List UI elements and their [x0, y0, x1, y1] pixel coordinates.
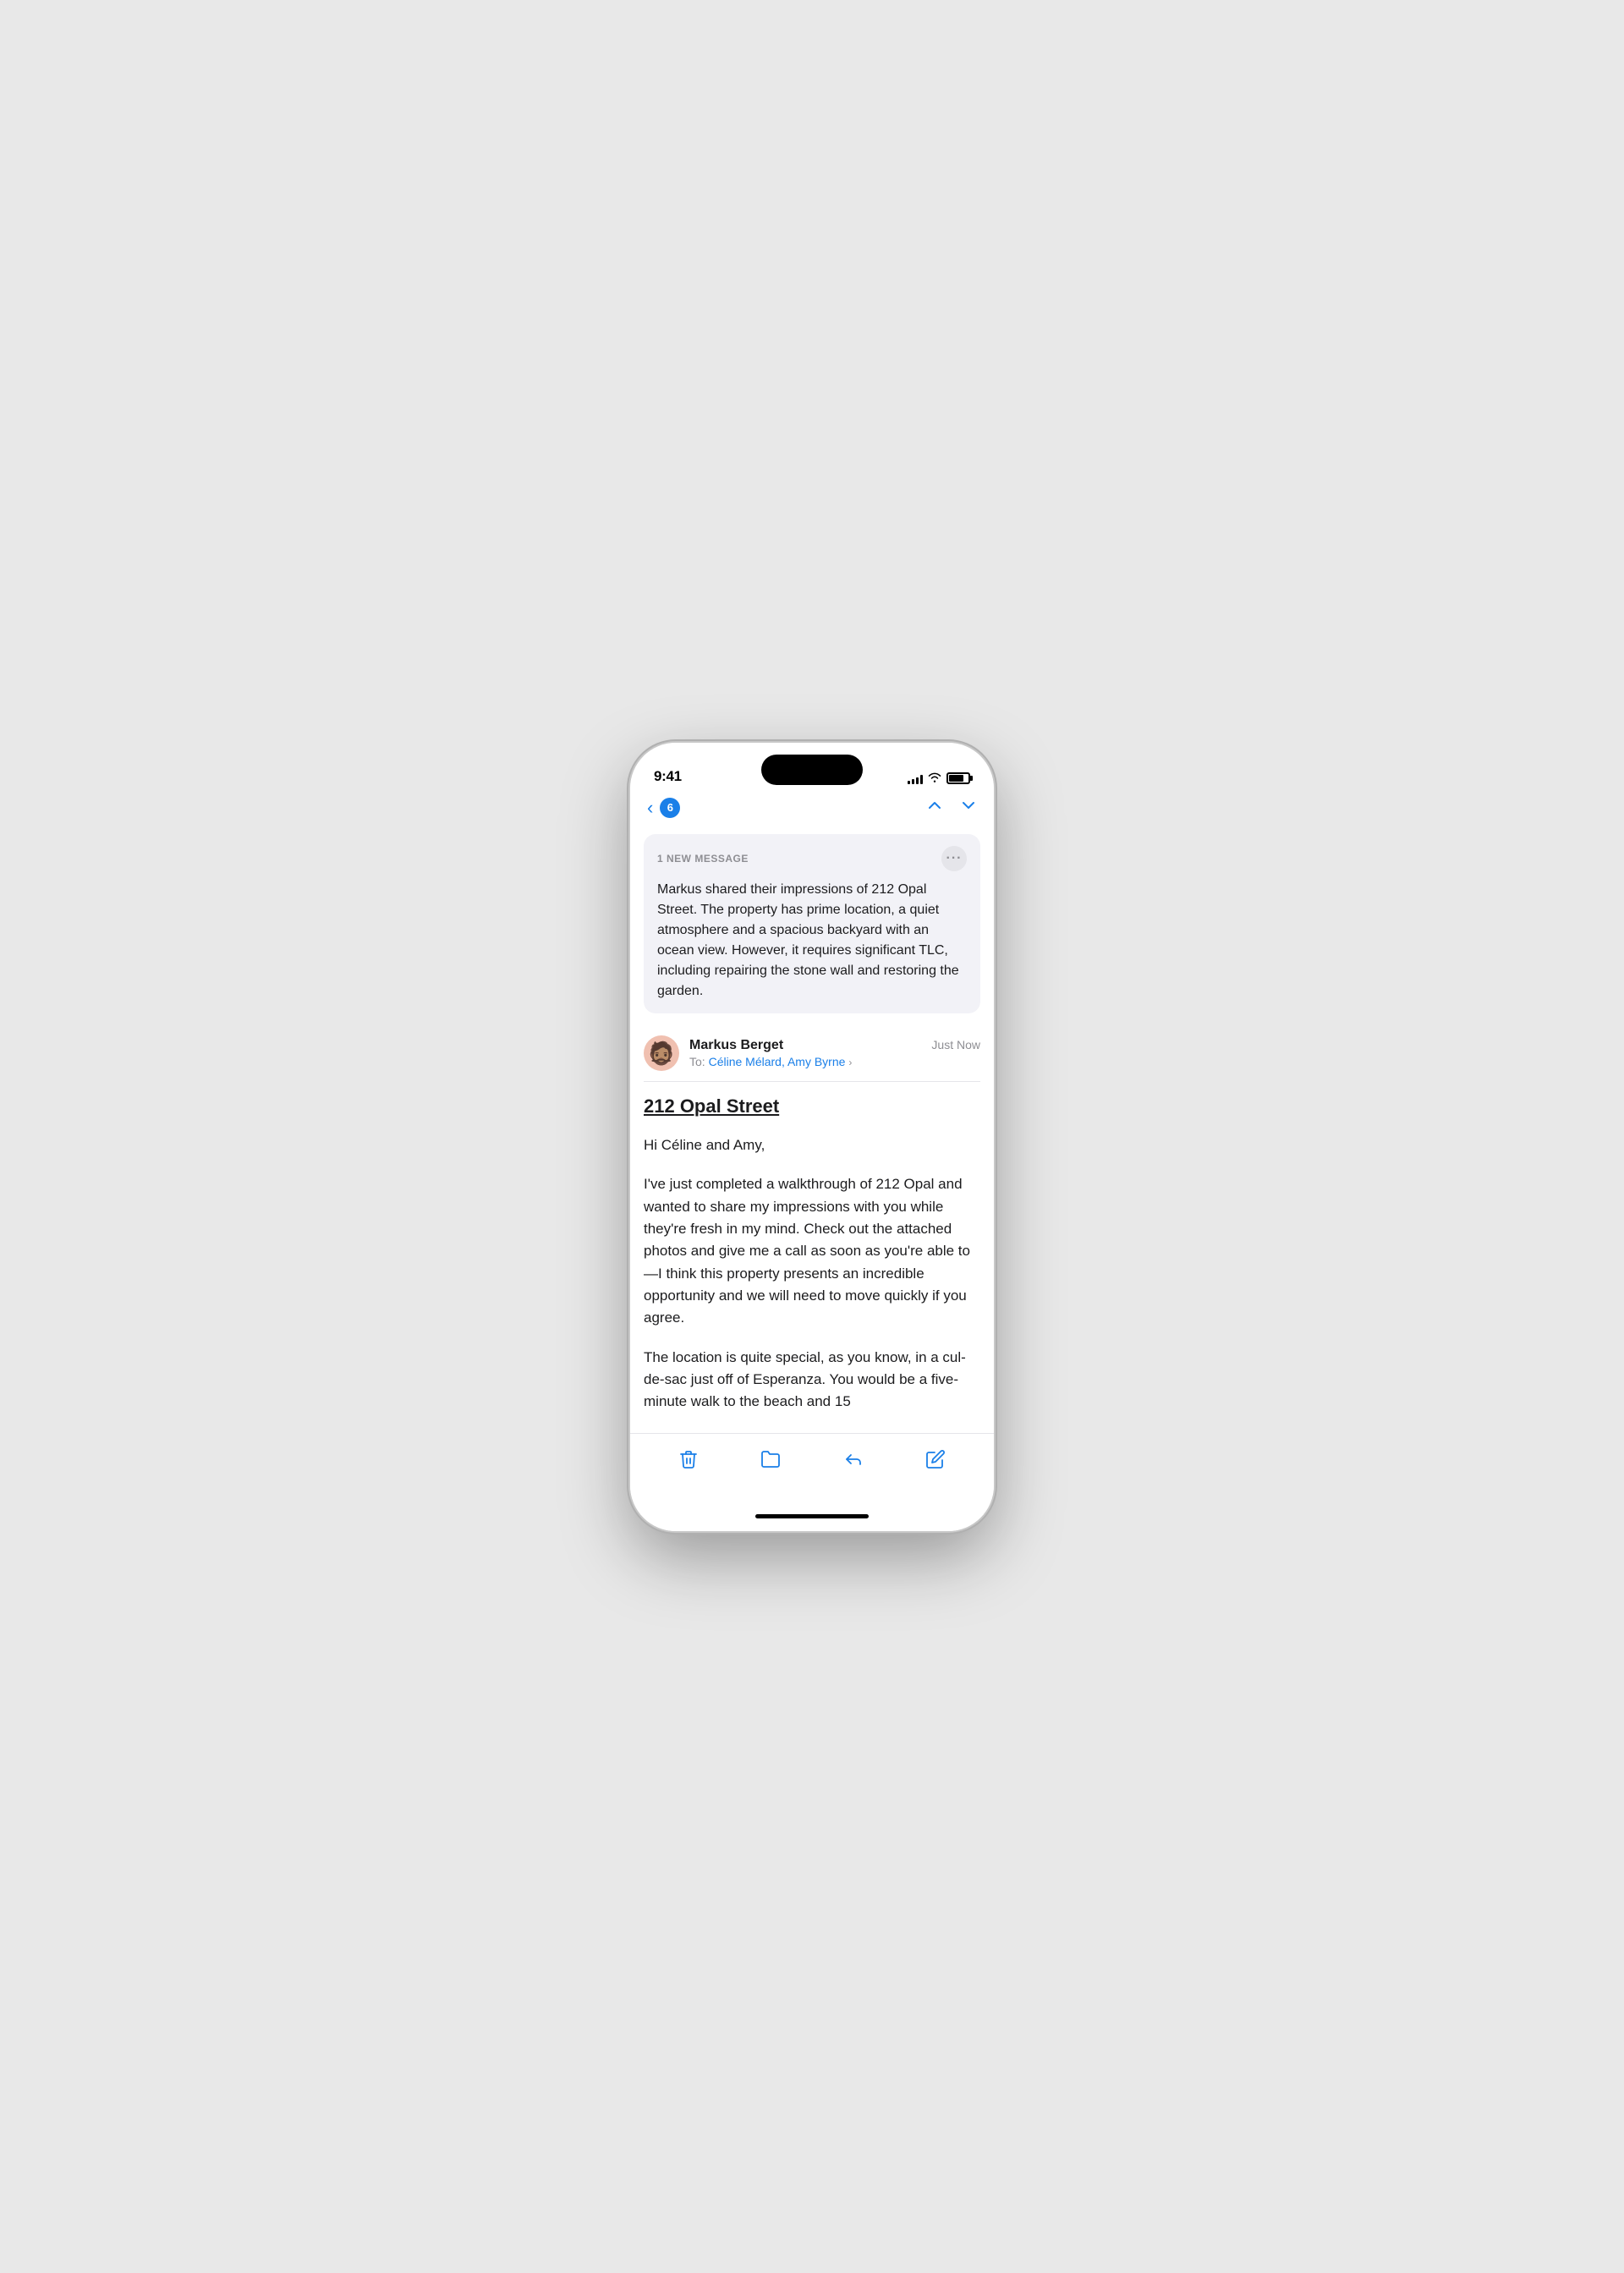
nav-left: ‹ 6	[647, 798, 680, 818]
new-message-label: 1 NEW MESSAGE	[657, 853, 749, 865]
sender-info: Markus Berget Just Now To: Céline Mélard…	[689, 1038, 980, 1068]
signal-bar-2	[912, 779, 914, 784]
phone-device: 9:41	[630, 743, 994, 1531]
email-time: Just Now	[931, 1038, 980, 1051]
avatar-image: 🧔🏽	[648, 1042, 675, 1064]
reply-button[interactable]	[837, 1442, 870, 1476]
recipients-chevron: ›	[848, 1057, 852, 1068]
recipients[interactable]: Céline Mélard, Amy Byrne	[709, 1055, 846, 1068]
to-label: To:	[689, 1055, 705, 1068]
signal-bar-4	[920, 775, 923, 784]
summary-header: 1 NEW MESSAGE ···	[657, 846, 967, 871]
back-button[interactable]: ‹	[647, 799, 653, 817]
status-icons	[908, 771, 970, 785]
avatar: 🧔🏽	[644, 1035, 679, 1071]
compose-button[interactable]	[919, 1442, 952, 1476]
summary-card: 1 NEW MESSAGE ··· Markus shared their im…	[644, 834, 980, 1013]
home-indicator	[630, 1502, 994, 1531]
prev-email-button[interactable]	[926, 797, 943, 819]
bottom-toolbar	[630, 1433, 994, 1502]
signal-bar-1	[908, 781, 910, 784]
reply-icon	[843, 1449, 864, 1469]
email-greeting: Hi Céline and Amy,	[644, 1134, 980, 1156]
summary-text: Markus shared their impressions of 212 O…	[657, 880, 967, 1002]
dynamic-island	[761, 755, 863, 785]
next-email-button[interactable]	[960, 797, 977, 819]
more-options-button[interactable]: ···	[941, 846, 967, 871]
delete-button[interactable]	[672, 1442, 705, 1476]
status-time: 9:41	[654, 768, 682, 785]
nav-right	[926, 797, 977, 819]
email-paragraph-1: I've just completed a walkthrough of 212…	[644, 1173, 980, 1329]
compose-icon	[925, 1449, 946, 1469]
home-bar	[755, 1514, 869, 1518]
folder-button[interactable]	[754, 1442, 787, 1476]
email-subject: 212 Opal Street	[644, 1095, 980, 1117]
wifi-icon	[928, 771, 941, 785]
phone-screen: 9:41	[630, 743, 994, 1531]
to-line[interactable]: To: Céline Mélard, Amy Byrne ›	[689, 1055, 980, 1068]
nav-bar: ‹ 6	[630, 792, 994, 827]
email-body: 212 Opal Street Hi Céline and Amy, I've …	[630, 1082, 994, 1414]
content-area[interactable]: 1 NEW MESSAGE ··· Markus shared their im…	[630, 827, 994, 1433]
signal-bar-3	[916, 777, 919, 784]
email-header-section: 🧔🏽 Markus Berget Just Now To: Céline Mél…	[644, 1025, 980, 1082]
signal-bars-icon	[908, 772, 923, 784]
email-paragraph-2: The location is quite special, as you kn…	[644, 1347, 980, 1414]
trash-icon	[678, 1449, 699, 1469]
battery-icon	[946, 772, 970, 784]
unread-badge: 6	[660, 798, 680, 818]
folder-icon	[760, 1449, 781, 1469]
sender-name-row: Markus Berget Just Now	[689, 1038, 980, 1053]
sender-name: Markus Berget	[689, 1038, 783, 1053]
battery-fill	[949, 775, 963, 782]
sender-row: 🧔🏽 Markus Berget Just Now To: Céline Mél…	[644, 1035, 980, 1071]
